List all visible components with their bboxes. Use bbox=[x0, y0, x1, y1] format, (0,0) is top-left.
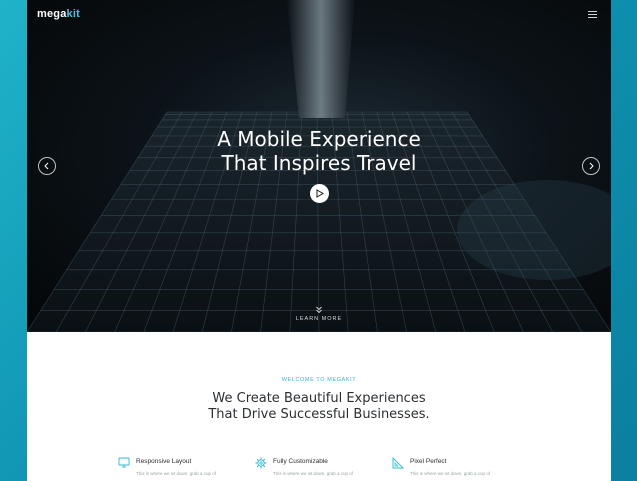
browser-frame: megakit A Mobile Experience That Inspire… bbox=[27, 0, 611, 481]
feature-title: Pixel Perfect bbox=[410, 458, 447, 465]
feature-description: This is where we sit down, grab a cup of bbox=[136, 471, 217, 476]
section-title-line-1: We Create Beautiful Experiences bbox=[212, 391, 426, 406]
hero-section: megakit A Mobile Experience That Inspire… bbox=[27, 0, 611, 332]
monitor-icon bbox=[118, 457, 130, 468]
slider-prev-button[interactable] bbox=[38, 157, 56, 175]
brand-logo[interactable]: megakit bbox=[37, 8, 80, 20]
section-title: We Create Beautiful Experiences That Dri… bbox=[27, 391, 611, 423]
ruler-triangle-icon bbox=[392, 457, 404, 469]
chevron-left-icon bbox=[44, 162, 49, 170]
feature-title: Fully Customizable bbox=[273, 458, 328, 465]
play-icon bbox=[316, 189, 324, 198]
hero-title: A Mobile Experience That Inspires Travel bbox=[27, 127, 611, 175]
slider-next-button[interactable] bbox=[582, 157, 600, 175]
hamburger-menu-icon[interactable] bbox=[588, 11, 597, 18]
double-chevron-down-icon bbox=[316, 306, 322, 314]
section-eyebrow: WELCOME TO MEGAKIT bbox=[281, 377, 357, 383]
feature-description: This is where we sit down, grab a cup of bbox=[273, 471, 354, 476]
play-video-button[interactable] bbox=[310, 184, 329, 203]
feature-description: This is where we sit down, grab a cup of bbox=[410, 471, 491, 476]
learn-more-label: LEARN MORE bbox=[295, 316, 343, 322]
section-title-line-2: That Drive Successful Businesses. bbox=[208, 407, 430, 422]
hero-title-line-2: That Inspires Travel bbox=[221, 151, 417, 175]
gear-icon bbox=[255, 457, 267, 469]
learn-more-link[interactable]: LEARN MORE bbox=[27, 306, 611, 322]
hero-title-line-1: A Mobile Experience bbox=[217, 127, 421, 151]
chevron-right-icon bbox=[589, 162, 594, 170]
feature-title: Responsive Layout bbox=[136, 458, 192, 465]
